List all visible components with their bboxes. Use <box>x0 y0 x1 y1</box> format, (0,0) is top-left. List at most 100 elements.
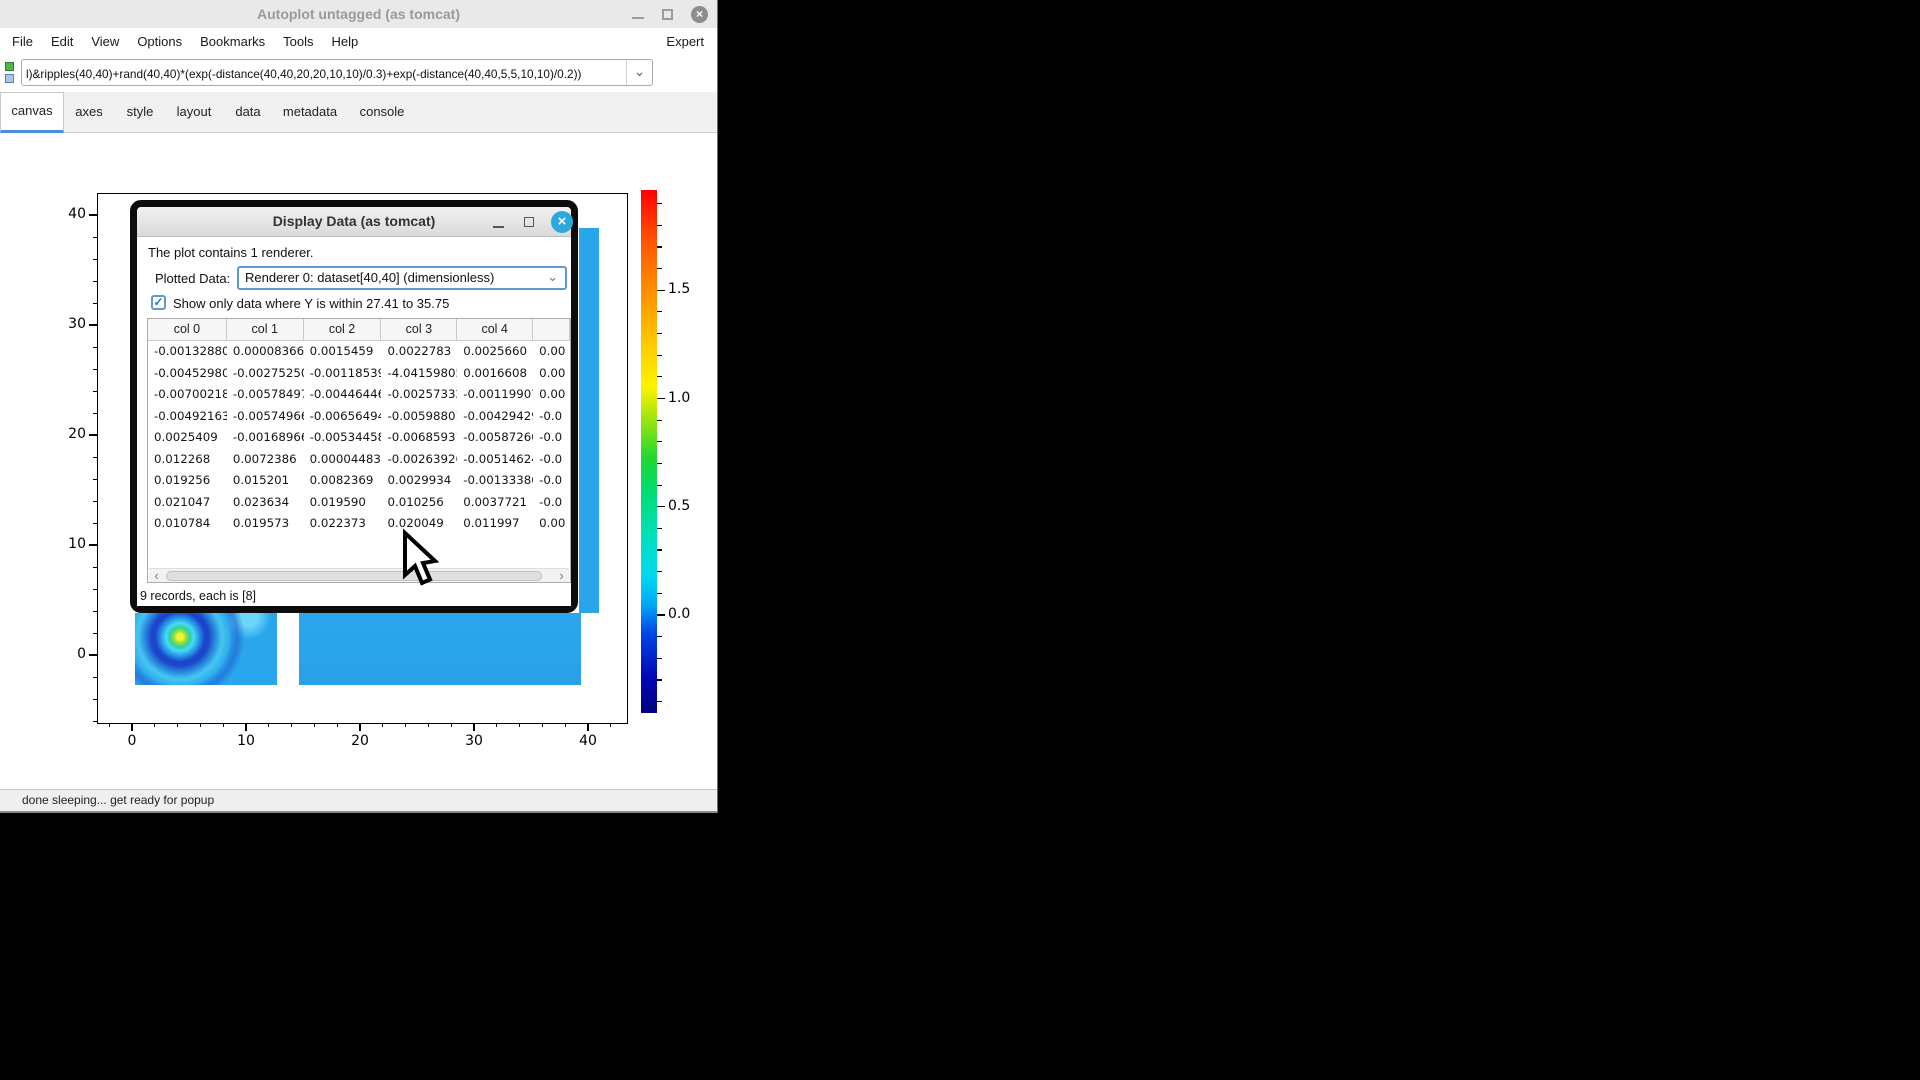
table-cell: 0.00 <box>533 363 570 385</box>
colorbar-minor-tick <box>657 268 662 269</box>
close-icon[interactable]: × <box>691 6 708 23</box>
table-cell: -0.00133386... <box>457 470 533 492</box>
tab-data[interactable]: data <box>222 92 274 133</box>
autoplot-window: Autoplot untagged (as tomcat) × FileEdit… <box>0 0 718 813</box>
column-header-col 2[interactable]: col 2 <box>304 319 382 340</box>
colorbar-minor-tick <box>657 225 662 226</box>
dialog-close-icon[interactable]: × <box>551 211 573 233</box>
table-cell: 0.0082369 <box>304 470 382 492</box>
y-minor-tick <box>93 589 97 590</box>
table-cell: -0.00118539... <box>304 363 382 385</box>
y-major-tick <box>89 214 97 216</box>
canvas-panel: 0102030400102030400.00.51.01.5 Display D… <box>0 133 717 789</box>
filter-checkbox[interactable]: ✓ <box>151 295 166 310</box>
column-header-clipped[interactable] <box>533 319 570 340</box>
table-cell: 0.00 <box>533 341 570 363</box>
status-bar: done sleeping... get ready for popup <box>0 789 717 813</box>
table-row[interactable]: -0.00452980...-0.00275250...-0.00118539.… <box>148 363 570 385</box>
datasource-status-icon[interactable] <box>5 62 16 83</box>
table-cell: 0.0025660 <box>457 341 533 363</box>
colorbar-minor-tick <box>657 441 662 442</box>
y-major-tick <box>89 544 97 546</box>
column-header-col 1[interactable]: col 1 <box>227 319 304 340</box>
table-cell: -0.00275250... <box>227 363 304 385</box>
table-cell: -0.00168966... <box>227 427 304 449</box>
table-cell: -4.04159805... <box>381 363 457 385</box>
plotted-data-label: Plotted Data: <box>155 271 230 286</box>
menu-item-help[interactable]: Help <box>323 28 368 55</box>
colorbar-minor-tick <box>657 355 662 356</box>
colorbar-minor-tick <box>657 593 662 594</box>
column-header-col 4[interactable]: col 4 <box>457 319 533 340</box>
maximize-icon[interactable] <box>662 9 673 20</box>
x-minor-tick <box>268 723 269 727</box>
y-minor-tick <box>93 281 97 282</box>
horizontal-scrollbar[interactable]: ‹ › <box>149 568 569 583</box>
dialog-titlebar[interactable]: Display Data (as tomcat) × <box>137 207 571 237</box>
table-cell: -0.00257332... <box>381 384 457 406</box>
menu-item-view[interactable]: View <box>82 28 128 55</box>
plotted-data-combobox[interactable]: Renderer 0: dataset[40,40] (dimensionles… <box>237 266 567 290</box>
uri-input[interactable] <box>26 61 628 86</box>
y-tick-label: 20 <box>52 426 86 442</box>
table-cell: 0.019573 <box>227 513 304 535</box>
colorbar-minor-tick <box>657 333 662 334</box>
uri-toolbar: ⌄ <box>0 55 717 92</box>
tab-style[interactable]: style <box>114 92 166 133</box>
table-row[interactable]: 0.0107840.0195730.0223730.0200490.011997… <box>148 513 570 535</box>
checkmark-icon: ✓ <box>153 295 163 309</box>
y-minor-tick <box>93 721 97 722</box>
x-major-tick <box>587 723 589 731</box>
menu-item-edit[interactable]: Edit <box>42 28 82 55</box>
window-titlebar[interactable]: Autoplot untagged (as tomcat) × <box>0 0 717 28</box>
x-minor-tick <box>154 723 155 727</box>
scrollbar-thumb[interactable] <box>166 571 542 581</box>
minimize-icon[interactable] <box>632 17 644 19</box>
menu-item-options[interactable]: Options <box>128 28 191 55</box>
colorbar[interactable] <box>641 190 657 713</box>
scroll-right-icon[interactable]: › <box>554 569 569 583</box>
table-cell: -0.00514624... <box>457 449 533 471</box>
table-cell: -0.00429429... <box>457 406 533 428</box>
table-row[interactable]: 0.0122680.00723860.000044839-0.00263926.… <box>148 449 570 471</box>
uri-history-dropdown-button[interactable]: ⌄ <box>626 60 652 85</box>
menu-item-bookmarks[interactable]: Bookmarks <box>191 28 274 55</box>
colorbar-minor-tick <box>657 549 662 550</box>
x-minor-tick <box>610 723 611 727</box>
table-cell: 0.0015459 <box>304 341 382 363</box>
table-cell: -0.00534458... <box>304 427 382 449</box>
colorbar-minor-tick <box>657 658 662 659</box>
column-header-col 3[interactable]: col 3 <box>381 319 457 340</box>
dialog-maximize-icon[interactable] <box>524 217 534 227</box>
table-row[interactable]: 0.0025409-0.00168966...-0.00534458...-0.… <box>148 427 570 449</box>
table-cell: -0.00263926... <box>381 449 457 471</box>
tab-axes[interactable]: axes <box>64 92 114 133</box>
table-row[interactable]: 0.0210470.0236340.0195900.0102560.003772… <box>148 492 570 514</box>
table-cell: -0.00492163... <box>148 406 227 428</box>
colorbar-minor-tick <box>657 246 662 247</box>
y-major-tick <box>89 654 97 656</box>
scroll-left-icon[interactable]: ‹ <box>149 569 164 583</box>
table-row[interactable]: -0.00700218...-0.00578497...-0.00446446.… <box>148 384 570 406</box>
uri-address-field[interactable]: ⌄ <box>21 59 653 86</box>
y-minor-tick <box>93 259 97 260</box>
table-row[interactable]: -0.00132880...0.0000836620.00154590.0022… <box>148 341 570 363</box>
colorbar-tick-label: 0.5 <box>668 498 690 514</box>
dialog-minimize-icon[interactable] <box>493 226 504 228</box>
tab-metadata[interactable]: metadata <box>274 92 346 133</box>
column-header-col 0[interactable]: col 0 <box>148 319 227 340</box>
menu-item-file[interactable]: File <box>3 28 42 55</box>
tab-bar: canvasaxesstylelayoutdatametadataconsole <box>0 92 717 133</box>
y-minor-tick <box>93 303 97 304</box>
menu-item-tools[interactable]: Tools <box>274 28 322 55</box>
table-row[interactable]: -0.00492163...-0.00574966...-0.00656494.… <box>148 406 570 428</box>
tab-layout[interactable]: layout <box>166 92 222 133</box>
table-cell: 0.023634 <box>227 492 304 514</box>
expert-mode-label[interactable]: Expert <box>666 28 704 55</box>
display-data-dialog: Display Data (as tomcat) × The plot cont… <box>130 200 578 613</box>
table-row[interactable]: 0.0192560.0152010.00823690.0029934-0.001… <box>148 470 570 492</box>
colorbar-minor-tick <box>657 420 662 421</box>
tab-console[interactable]: console <box>346 92 418 133</box>
y-tick-label: 10 <box>52 536 86 552</box>
tab-canvas[interactable]: canvas <box>0 92 64 133</box>
